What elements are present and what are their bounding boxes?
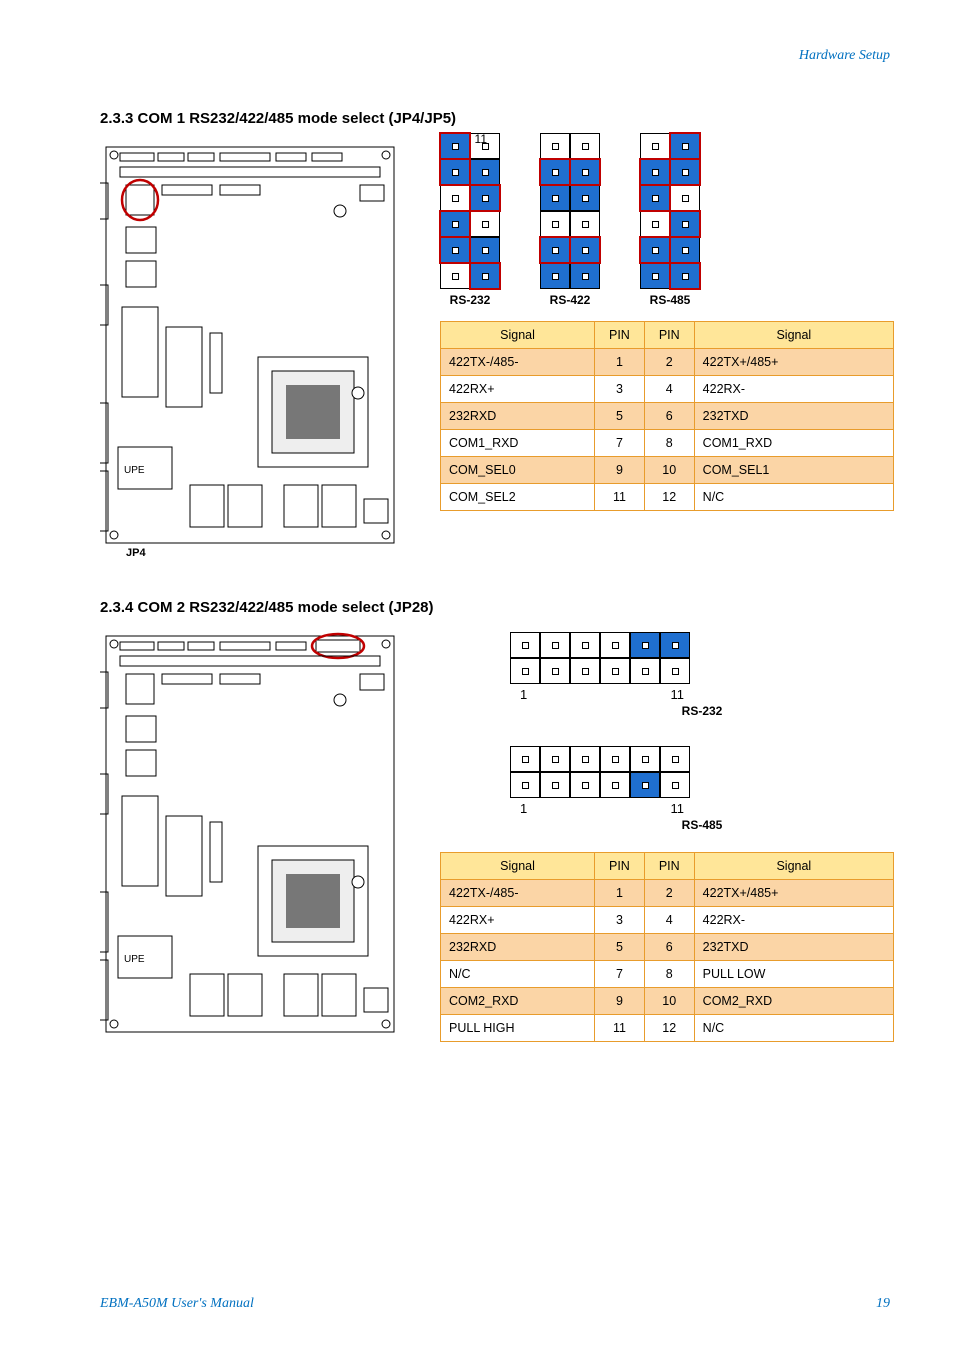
table-cell: PULL LOW — [694, 961, 893, 988]
pinlabel: 1 — [520, 801, 527, 816]
jumper-h-rs232: 1 11 RS-232 — [510, 632, 894, 718]
section-2-title: 2.3.4 COM 2 RS232/422/485 mode select (J… — [100, 599, 894, 616]
pinlabel: 11 — [671, 687, 685, 702]
svg-text:UPE: UPE — [124, 465, 145, 476]
table-cell: 5 — [595, 403, 645, 430]
page: Hardware Setup 2.3.3 COM 1 RS232/422/485… — [0, 0, 954, 1350]
table-row: COM1_RXD78COM1_RXD — [441, 430, 894, 457]
jumper-rs485: 11 1 RS-485 — [640, 133, 700, 307]
table-cell: 3 — [595, 376, 645, 403]
pin-table-2: Signal PIN PIN Signal 422TX-/485-12422TX… — [440, 852, 894, 1042]
table-cell: COM_SEL0 — [441, 457, 595, 484]
footer: EBM-A50M User's Manual 19 — [0, 1296, 954, 1312]
table-cell: 2 — [644, 880, 694, 907]
table-cell: 4 — [644, 907, 694, 934]
table-cell: N/C — [441, 961, 595, 988]
table-cell: 8 — [644, 961, 694, 988]
table-cell: 12 — [644, 484, 694, 511]
jumper-rs422: 11 1 RS-422 — [540, 133, 600, 307]
table-cell: 9 — [595, 457, 645, 484]
table-cell: 422RX+ — [441, 376, 595, 403]
caption-h-rs232: RS-232 — [510, 704, 894, 718]
section-1: 2.3.3 COM 1 RS232/422/485 mode select (J… — [100, 110, 894, 559]
table-cell: 12 — [644, 1015, 694, 1042]
pinlabel: 1 — [520, 687, 527, 702]
caption-rs422: RS-422 — [540, 293, 600, 307]
table-cell: N/C — [694, 484, 893, 511]
jumper-row-1: 11 1 RS-232 11 — [440, 133, 894, 307]
table-cell: 422TX+/485+ — [694, 880, 893, 907]
table-cell: COM_SEL1 — [694, 457, 893, 484]
table-cell: COM2_RXD — [441, 988, 595, 1015]
jumper-h-rs485: 1 11 RS-485 — [510, 746, 894, 832]
svg-text:UPE: UPE — [124, 954, 145, 965]
table-cell: COM1_RXD — [694, 430, 893, 457]
jumper-rs232: 11 1 RS-232 — [440, 133, 500, 307]
board-diagram-2: UPE — [100, 626, 400, 1036]
table-cell: 232TXD — [694, 403, 893, 430]
table-row: 422TX-/485-12422TX+/485+ — [441, 349, 894, 376]
table-row: 232RXD56232TXD — [441, 403, 894, 430]
table-cell: 6 — [644, 934, 694, 961]
caption-h-rs485: RS-485 — [510, 818, 894, 832]
table-cell: 10 — [644, 457, 694, 484]
table-row: 422TX-/485-12422TX+/485+ — [441, 880, 894, 907]
table-cell: 422RX- — [694, 907, 893, 934]
table-cell: 2 — [644, 349, 694, 376]
footer-right: 19 — [876, 1296, 890, 1312]
pinlabel: 11 — [671, 801, 685, 816]
table-cell: 11 — [595, 484, 645, 511]
table-cell: 4 — [644, 376, 694, 403]
table-cell: COM1_RXD — [441, 430, 595, 457]
table-cell: 9 — [595, 988, 645, 1015]
section-2: 2.3.4 COM 2 RS232/422/485 mode select (J… — [100, 599, 894, 1042]
table-cell: 1 — [595, 349, 645, 376]
table-row: 422RX+34422RX- — [441, 907, 894, 934]
table-row: COM2_RXD910COM2_RXD — [441, 988, 894, 1015]
table-cell: 6 — [644, 403, 694, 430]
table-cell: 5 — [595, 934, 645, 961]
table-cell: 8 — [644, 430, 694, 457]
table-cell: 7 — [595, 961, 645, 988]
table-cell: COM2_RXD — [694, 988, 893, 1015]
table-row: COM_SEL21112N/C — [441, 484, 894, 511]
pin-table-1: Signal PIN PIN Signal 422TX-/485-12422TX… — [440, 321, 894, 511]
caption-rs485: RS-485 — [640, 293, 700, 307]
table-cell: 7 — [595, 430, 645, 457]
table-cell: 422RX+ — [441, 907, 595, 934]
table-cell: N/C — [694, 1015, 893, 1042]
table-cell: COM_SEL2 — [441, 484, 595, 511]
table-cell: 1 — [595, 880, 645, 907]
table-row: N/C78PULL LOW — [441, 961, 894, 988]
page-header: Hardware Setup — [799, 48, 890, 64]
table-cell: 422TX+/485+ — [694, 349, 893, 376]
table-row: PULL HIGH1112N/C — [441, 1015, 894, 1042]
table-cell: 232RXD — [441, 934, 595, 961]
table-cell: 422TX-/485- — [441, 880, 595, 907]
footer-left: EBM-A50M User's Manual — [100, 1296, 254, 1312]
table-row: 422RX+34422RX- — [441, 376, 894, 403]
jumper-ref-label: JP4 — [126, 547, 410, 559]
table-cell: 232TXD — [694, 934, 893, 961]
board-diagram-1: UPE — [100, 137, 400, 547]
pinlabel: 11 — [475, 132, 487, 146]
section-1-title: 2.3.3 COM 1 RS232/422/485 mode select (J… — [100, 110, 894, 127]
table-cell: 10 — [644, 988, 694, 1015]
table-cell: PULL HIGH — [441, 1015, 595, 1042]
table-cell: 232RXD — [441, 403, 595, 430]
table-cell: 11 — [595, 1015, 645, 1042]
table-cell: 422RX- — [694, 376, 893, 403]
table-row: COM_SEL0910COM_SEL1 — [441, 457, 894, 484]
table-cell: 3 — [595, 907, 645, 934]
table-row: 232RXD56232TXD — [441, 934, 894, 961]
caption-rs232: RS-232 — [440, 293, 500, 307]
table-cell: 422TX-/485- — [441, 349, 595, 376]
